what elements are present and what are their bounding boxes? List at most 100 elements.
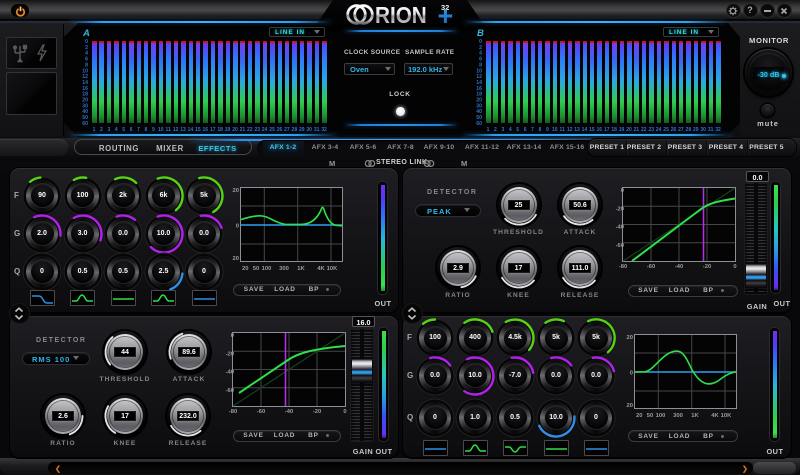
svg-text:2: 2: [494, 127, 497, 133]
svg-text:13: 13: [180, 127, 186, 133]
svg-text:-80: -80: [228, 409, 236, 415]
svg-text:21: 21: [240, 127, 246, 133]
svg-text:16: 16: [203, 127, 209, 133]
svg-text:20: 20: [233, 256, 239, 262]
svg-text:20: 20: [626, 127, 632, 133]
svg-text:31: 31: [314, 127, 320, 133]
svg-text:3: 3: [107, 127, 110, 133]
svg-text:8: 8: [539, 127, 542, 133]
svg-text:20: 20: [636, 413, 642, 419]
svg-text:-60: -60: [647, 264, 655, 270]
svg-text:1: 1: [487, 127, 490, 133]
svg-text:-20: -20: [616, 206, 624, 212]
svg-text:100: 100: [656, 413, 666, 419]
svg-text:18: 18: [217, 127, 223, 133]
svg-text:-60: -60: [256, 409, 264, 415]
svg-text:24: 24: [656, 127, 662, 133]
svg-text:22: 22: [641, 127, 647, 133]
svg-text:20: 20: [627, 403, 633, 409]
svg-text:27: 27: [284, 127, 290, 133]
svg-text:28: 28: [686, 127, 692, 133]
svg-text:-40: -40: [675, 264, 683, 270]
svg-text:1K: 1K: [691, 413, 699, 419]
svg-text:17: 17: [210, 127, 216, 133]
svg-text:9: 9: [546, 127, 549, 133]
svg-text:-20: -20: [312, 409, 320, 415]
svg-text:22: 22: [247, 127, 253, 133]
svg-text:32: 32: [321, 127, 327, 133]
svg-text:10K: 10K: [327, 266, 338, 272]
svg-text:-20: -20: [703, 264, 711, 270]
svg-text:4K: 4K: [711, 413, 719, 419]
svg-text:0: 0: [230, 333, 233, 339]
svg-text:21: 21: [634, 127, 640, 133]
svg-text:14: 14: [582, 127, 588, 133]
svg-text:-40: -40: [616, 225, 624, 231]
svg-text:5: 5: [516, 127, 519, 133]
svg-text:14: 14: [188, 127, 194, 133]
svg-text:-20: -20: [225, 351, 233, 357]
svg-text:11: 11: [560, 127, 566, 133]
svg-text:3: 3: [501, 127, 504, 133]
svg-text:10: 10: [552, 127, 558, 133]
svg-text:10K: 10K: [721, 413, 732, 419]
svg-text:26: 26: [671, 127, 677, 133]
svg-text:1: 1: [93, 127, 96, 133]
svg-text:0: 0: [630, 371, 633, 377]
svg-text:6: 6: [130, 127, 133, 133]
svg-text:24: 24: [262, 127, 268, 133]
svg-text:20: 20: [232, 127, 238, 133]
svg-text:-60: -60: [616, 243, 624, 249]
svg-text:23: 23: [254, 127, 260, 133]
svg-text:4K: 4K: [317, 266, 325, 272]
svg-text:0: 0: [621, 188, 624, 194]
svg-text:2: 2: [100, 127, 103, 133]
svg-text:4: 4: [115, 127, 118, 133]
svg-text:23: 23: [648, 127, 654, 133]
svg-text:18: 18: [611, 127, 617, 133]
svg-text:29: 29: [299, 127, 305, 133]
svg-text:0: 0: [733, 264, 736, 270]
svg-text:100: 100: [262, 266, 272, 272]
svg-text:5: 5: [122, 127, 125, 133]
svg-text:28: 28: [292, 127, 298, 133]
svg-text:9: 9: [152, 127, 155, 133]
svg-text:20: 20: [242, 266, 248, 272]
svg-text:-80: -80: [619, 264, 627, 270]
svg-text:20: 20: [627, 335, 633, 341]
svg-text:4: 4: [509, 127, 512, 133]
svg-text:29: 29: [693, 127, 699, 133]
svg-text:300: 300: [673, 413, 683, 419]
svg-text:8: 8: [145, 127, 148, 133]
svg-text:12: 12: [173, 127, 179, 133]
svg-text:15: 15: [589, 127, 595, 133]
svg-text:0: 0: [236, 224, 239, 230]
svg-text:12: 12: [567, 127, 573, 133]
svg-text:50: 50: [647, 413, 653, 419]
svg-text:300: 300: [279, 266, 289, 272]
svg-text:7: 7: [137, 127, 140, 133]
svg-text:-40: -40: [225, 370, 233, 376]
svg-text:32: 32: [715, 127, 721, 133]
svg-text:30: 30: [306, 127, 312, 133]
svg-text:+: +: [437, 1, 453, 28]
svg-text:RION: RION: [375, 2, 427, 28]
svg-text:13: 13: [574, 127, 580, 133]
svg-text:1K: 1K: [297, 266, 305, 272]
svg-text:-60: -60: [225, 388, 233, 394]
svg-text:26: 26: [277, 127, 283, 133]
svg-text:17: 17: [604, 127, 610, 133]
svg-text:19: 19: [225, 127, 231, 133]
svg-text:0: 0: [343, 409, 346, 415]
svg-text:15: 15: [195, 127, 201, 133]
svg-text:7: 7: [531, 127, 534, 133]
svg-text:25: 25: [663, 127, 669, 133]
svg-text:10: 10: [158, 127, 164, 133]
svg-text:50: 50: [253, 266, 259, 272]
svg-text:25: 25: [269, 127, 275, 133]
svg-text:27: 27: [678, 127, 684, 133]
svg-text:16: 16: [597, 127, 603, 133]
svg-text:19: 19: [619, 127, 625, 133]
svg-text:31: 31: [708, 127, 714, 133]
svg-text:-40: -40: [284, 409, 292, 415]
